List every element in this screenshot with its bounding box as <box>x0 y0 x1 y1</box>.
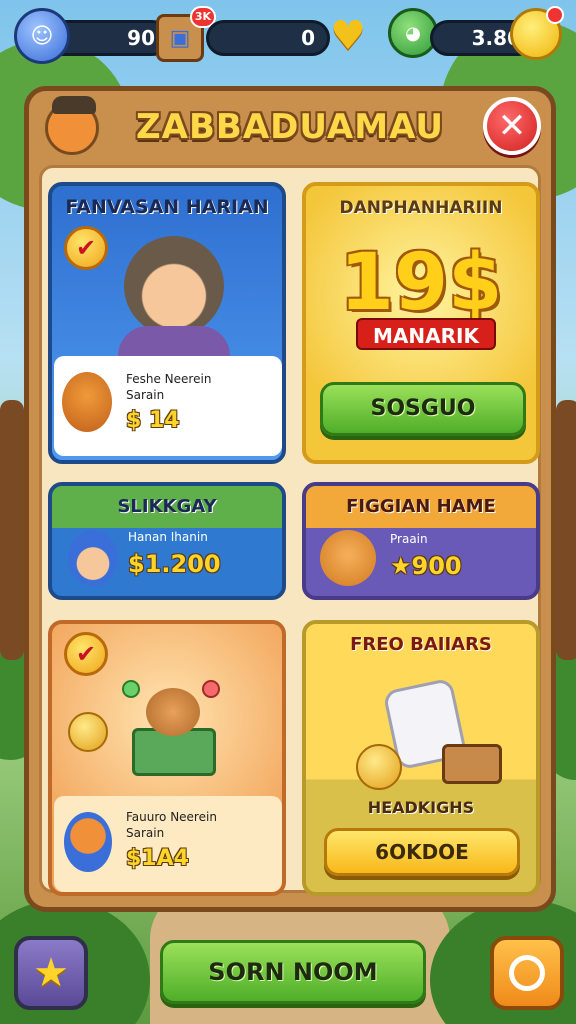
special-offer-title: SLIKKGAY <box>117 496 217 517</box>
daily-offer-label-2: Sarain <box>126 388 165 402</box>
search-icon <box>509 955 545 991</box>
close-icon: ✕ <box>497 106 527 146</box>
deer-character-icon <box>146 688 200 736</box>
bundle-price: $1A4 <box>126 846 189 871</box>
promo-banner: MANARIK <box>356 318 496 350</box>
panel-title: ZABBADUAMAU <box>136 107 444 147</box>
gold-heart-icon[interactable]: ♥ <box>320 8 376 64</box>
daily-offer-label-1: Feshe Neerein <box>126 372 212 386</box>
bear-character-icon <box>62 372 112 432</box>
coins-counter: 0 <box>206 20 330 56</box>
promo-card[interactable]: DANPHANHARIIN 19$ MANARIK SOSGUO <box>302 182 540 464</box>
promo-big-number: 19$ <box>339 238 503 328</box>
mascot-icon <box>45 96 99 155</box>
shop-panel: ZABBADUAMAU ✕ FANVASAN HARIAN ✔ Feshe Ne… <box>24 86 556 912</box>
chest-icon <box>442 744 502 784</box>
free-items-title: FREO BAIIARS <box>350 634 492 655</box>
check-icon: ✔ <box>64 226 108 270</box>
coins-value: 0 <box>301 26 315 50</box>
coin-icon <box>202 680 220 698</box>
search-button[interactable] <box>490 936 564 1010</box>
daily-offer-info: Feshe Neerein Sarain $ 14 <box>54 356 282 456</box>
free-game-card[interactable]: FIGGIAN HAME Praain ★900 <box>302 482 540 600</box>
free-game-label: Praain <box>390 532 428 546</box>
daily-offer-price: $ 14 <box>126 408 180 433</box>
free-game-title: FIGGIAN HAME <box>346 496 496 517</box>
bundle-card[interactable]: ✔ Fauuro Neerein Sarain $1A4 <box>48 620 286 896</box>
free-items-card[interactable]: FREO BAIIARS HEADKIGHS 6OKDOE <box>302 620 540 896</box>
main-action-button[interactable]: SORN NOOM <box>160 940 426 1004</box>
panel-header: ZABBADUAMAU ✕ <box>29 91 551 163</box>
coin-icon <box>68 712 108 752</box>
panel-content: FANVASAN HARIAN ✔ Feshe Neerein Sarain $… <box>39 165 541 896</box>
notification-dot <box>546 6 564 24</box>
top-resource-bar: 90 ☺ ▣ 3K 0 ♥ ◕ 3.80 <box>10 6 566 68</box>
special-offer-price: $1.200 <box>128 550 221 578</box>
special-offer-card[interactable]: SLIKKGAY Hanan Ihanin $1.200 <box>48 482 286 600</box>
coin-icon <box>356 744 402 790</box>
check-icon: ✔ <box>64 632 108 676</box>
coin-icon <box>122 680 140 698</box>
promo-button[interactable]: SOSGUO <box>320 382 526 436</box>
hero-character-icon <box>124 236 224 336</box>
blue-blob-icon[interactable]: ☺ <box>14 8 70 64</box>
star-icon: ★ <box>33 950 69 996</box>
promo-title: DANPHANHARIIN <box>339 198 503 218</box>
free-items-button[interactable]: 6OKDOE <box>324 828 520 876</box>
free-game-price: ★900 <box>390 552 462 580</box>
close-button[interactable]: ✕ <box>483 97 541 155</box>
special-offer-label: Hanan Ihanin <box>128 530 208 544</box>
daily-offer-card[interactable]: FANVASAN HARIAN ✔ Feshe Neerein Sarain $… <box>48 182 286 464</box>
daily-offer-title: FANVASAN HARIAN <box>65 196 269 218</box>
wizard-character-icon <box>68 530 118 586</box>
free-items-subtitle: HEADKIGHS <box>367 798 475 817</box>
fox-character-icon <box>64 812 112 872</box>
bundle-info: Fauuro Neerein Sarain $1A4 <box>54 796 282 892</box>
favorites-button[interactable]: ★ <box>14 936 88 1010</box>
bundle-label-1: Fauuro Neerein <box>126 810 217 824</box>
bundle-label-2: Sarain <box>126 826 165 840</box>
cat-character-icon <box>320 530 376 586</box>
gems-value: 90 <box>127 26 155 50</box>
